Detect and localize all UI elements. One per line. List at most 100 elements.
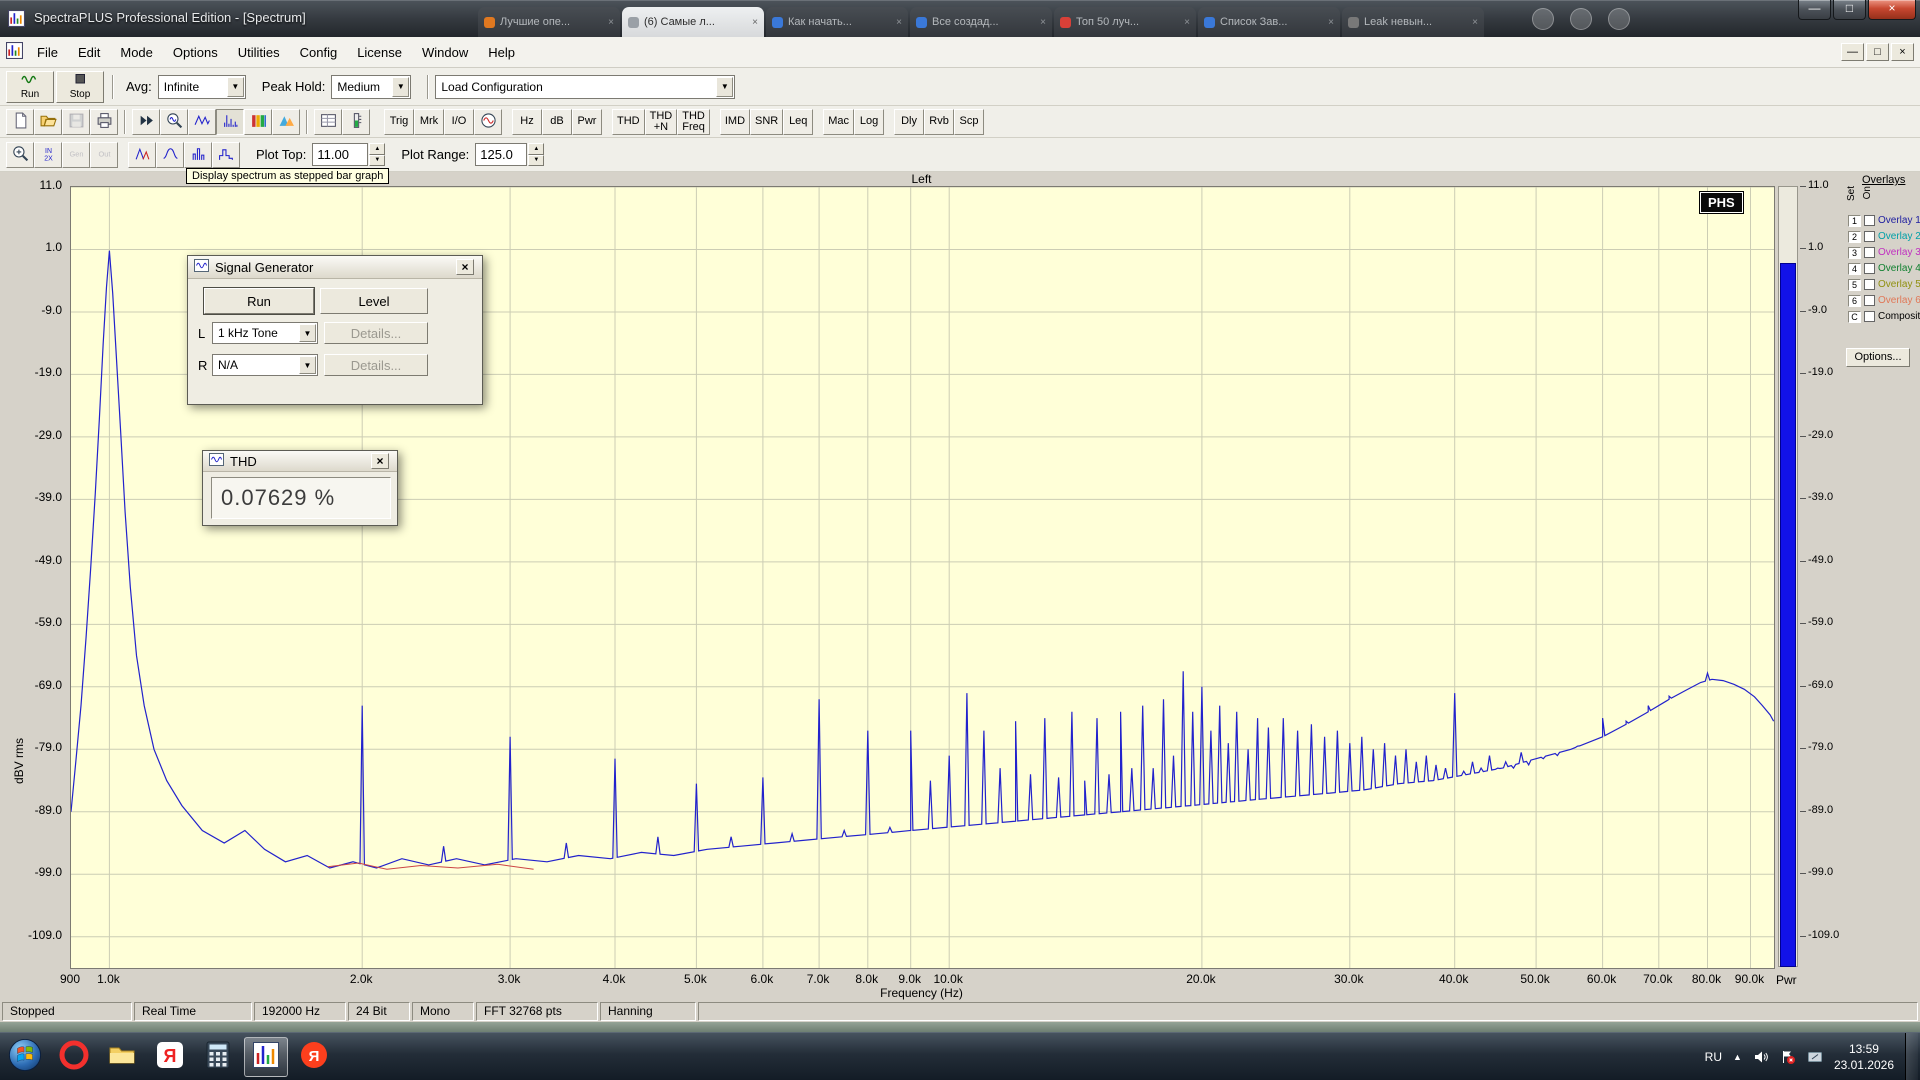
menu-item-options[interactable]: Options [163,39,228,66]
chevron-down-icon[interactable]: ▼ [299,324,316,342]
peak-hold-select[interactable]: Medium ▼ [331,75,411,99]
browser-icon[interactable] [1608,8,1630,30]
toolbar-button-thd-n[interactable]: THD +N [645,109,678,135]
close-icon[interactable]: × [456,259,474,275]
open-file-button[interactable] [34,109,62,135]
chevron-down-icon[interactable]: ▼ [227,77,244,97]
overlay-on-checkbox[interactable] [1864,311,1875,322]
overlay-on-checkbox[interactable] [1864,279,1875,290]
mdi-child-icon[interactable] [6,42,23,62]
plot-top-input[interactable] [312,143,368,166]
tab-close-icon[interactable]: × [896,17,902,28]
taskbar-calculator-icon[interactable] [196,1037,240,1077]
overlay-set-button[interactable]: 6 [1848,295,1861,307]
overlays-options-button[interactable]: Options... [1846,348,1910,367]
left-signal-select[interactable]: 1 kHz Tone ▼ [212,322,318,344]
browser-icon[interactable] [1570,8,1592,30]
level-gauge-button[interactable] [342,109,370,135]
overlay-on-checkbox[interactable] [1864,263,1875,274]
browser-tab[interactable]: Список Зав...× [1198,7,1340,37]
mdi-minimize-button[interactable]: — [1841,43,1864,61]
hidden-icons-chevron[interactable]: ▲ [1733,1052,1742,1062]
plot-range-input[interactable] [475,143,527,166]
overlay-set-button[interactable]: 2 [1848,231,1861,243]
toolbar-button-leq[interactable]: Leq [783,109,813,135]
clock[interactable]: 13:59 23.01.2026 [1834,1041,1894,1073]
stop-button[interactable]: Stop [56,71,104,103]
toolbar-button-snr[interactable]: SNR [750,109,783,135]
print-button[interactable] [90,109,118,135]
browser-tab[interactable]: Лучшие опе...× [478,7,620,37]
data-table-button[interactable] [314,109,342,135]
mdi-close-button[interactable]: × [1891,43,1914,61]
overlay-set-button[interactable]: 3 [1848,247,1861,259]
overlay-set-button[interactable]: 4 [1848,263,1861,275]
overlay-on-checkbox[interactable] [1864,247,1875,258]
toolbar-button-rvb[interactable]: Rvb [924,109,954,135]
plot-top-stepper[interactable]: ▲▼ [369,143,385,166]
new-document-button[interactable] [6,109,34,135]
avg-select[interactable]: Infinite ▼ [158,75,246,99]
spectrogram-button[interactable] [244,109,272,135]
menu-item-mode[interactable]: Mode [110,39,163,66]
overlay-set-button[interactable]: 1 [1848,215,1861,227]
chevron-down-icon[interactable]: ▼ [299,356,316,374]
minimize-button[interactable]: — [1798,0,1831,20]
bar-plot-button[interactable] [184,142,212,168]
run-button[interactable]: Run [6,71,54,103]
toolbar-button-db[interactable]: dB [542,109,572,135]
toolbar-button-dly[interactable]: Dly [894,109,924,135]
thd-titlebar[interactable]: THD [203,451,397,472]
zoom-signal-button[interactable] [160,109,188,135]
chevron-down-icon[interactable]: ▼ [716,77,733,97]
speaker-icon[interactable] [1753,1049,1769,1065]
taskbar-yandex-search-icon[interactable]: Я [148,1037,192,1077]
phase-sine-button[interactable] [474,109,502,135]
tab-close-icon[interactable]: × [752,17,758,28]
mdi-restore-button[interactable]: □ [1866,43,1889,61]
zoom-in-2x-button[interactable]: IN2X [34,142,62,168]
right-signal-select[interactable]: N/A ▼ [212,354,318,376]
overlay-set-button[interactable]: 5 [1848,279,1861,291]
menu-item-edit[interactable]: Edit [68,39,110,66]
toolbar-button-trig[interactable]: Trig [384,109,414,135]
toolbar-button-scp[interactable]: Scp [954,109,984,135]
stepped-bar-plot-button[interactable] [212,142,240,168]
browser-tab[interactable]: Как начать...× [766,7,908,37]
show-desktop-button[interactable] [1905,1033,1918,1080]
browser-tab[interactable]: Leak невын...× [1342,7,1484,37]
menu-item-file[interactable]: File [27,39,68,66]
plot-range-stepper[interactable]: ▲▼ [528,143,544,166]
chevron-down-icon[interactable]: ▼ [392,77,409,97]
surface-plot-button[interactable] [272,109,300,135]
browser-tab[interactable]: Все создад...× [910,7,1052,37]
maximize-button[interactable]: □ [1833,0,1866,20]
tab-close-icon[interactable]: × [1184,17,1190,28]
toolbar-button-hz[interactable]: Hz [512,109,542,135]
generator-level-button[interactable]: Level [320,288,428,314]
browser-tab[interactable]: (6) Самые л...× [622,7,764,37]
spectrum-button[interactable] [216,109,244,135]
action-center-icon[interactable] [1780,1049,1796,1065]
menu-item-license[interactable]: License [347,39,412,66]
toolbar-button-i-o[interactable]: I/O [444,109,474,135]
toolbar-button-thd[interactable]: THD [612,109,645,135]
tab-close-icon[interactable]: × [1472,17,1478,28]
close-icon[interactable]: × [371,453,389,469]
taskbar-yandex-browser-icon[interactable]: Я [292,1037,336,1077]
toolbar-button-pwr[interactable]: Pwr [572,109,602,135]
pen-tablet-icon[interactable] [1807,1049,1823,1065]
toolbar-button-mrk[interactable]: Mrk [414,109,444,135]
tab-close-icon[interactable]: × [1328,17,1334,28]
zoom-button[interactable] [6,142,34,168]
overlay-set-button[interactable]: C [1848,311,1861,323]
start-button[interactable] [6,1036,44,1078]
browser-tab[interactable]: Топ 50 луч...× [1054,7,1196,37]
time-series-button[interactable] [188,109,216,135]
fast-forward-button[interactable] [132,109,160,135]
menu-item-config[interactable]: Config [290,39,348,66]
taskbar-spectraplus-icon[interactable] [244,1037,288,1077]
line-plot-button[interactable] [156,142,184,168]
overlay-on-checkbox[interactable] [1864,215,1875,226]
tab-close-icon[interactable]: × [1040,17,1046,28]
